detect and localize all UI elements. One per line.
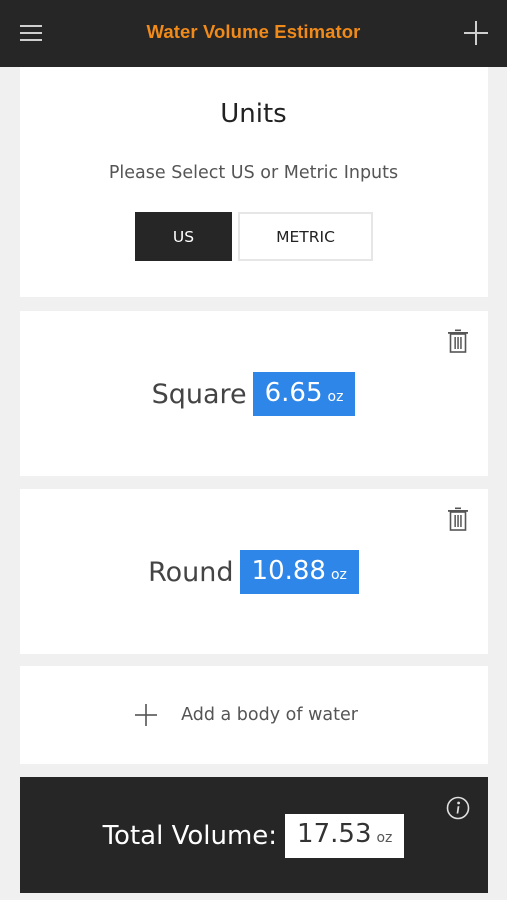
total-volume-row: Total Volume: 17.53 oz xyxy=(0,814,507,858)
units-title: Units xyxy=(220,99,287,129)
total-volume-unit: oz xyxy=(376,830,393,846)
volume-unit: oz xyxy=(327,389,344,405)
body-row-round[interactable]: Round 10.88 oz xyxy=(0,549,507,595)
metric-units-button[interactable]: METRIC xyxy=(238,212,373,261)
add-button[interactable] xyxy=(459,16,493,50)
volume-chip[interactable]: 6.65 oz xyxy=(252,372,356,416)
app-title: Water Volume Estimator xyxy=(146,21,361,42)
trash-icon xyxy=(448,507,468,531)
trash-icon xyxy=(448,329,468,353)
volume-value: 6.65 xyxy=(264,378,323,408)
app-header: Water Volume Estimator xyxy=(0,0,507,67)
volume-value: 10.88 xyxy=(251,556,326,586)
add-body-label: Add a body of water xyxy=(181,705,358,725)
body-row-square[interactable]: Square 6.65 oz xyxy=(0,371,507,417)
units-subtitle: Please Select US or Metric Inputs xyxy=(108,163,399,183)
add-body-button[interactable]: Add a body of water xyxy=(0,700,507,730)
plus-icon xyxy=(464,21,488,45)
plus-icon xyxy=(135,704,158,726)
volume-chip[interactable]: 10.88 oz xyxy=(239,550,359,594)
volume-unit: oz xyxy=(330,567,347,583)
delete-square-button[interactable] xyxy=(447,329,469,353)
total-volume-box: 17.53 oz xyxy=(285,814,405,858)
body-name: Square xyxy=(151,378,247,410)
total-volume-value: 17.53 xyxy=(297,819,372,849)
delete-round-button[interactable] xyxy=(447,507,469,531)
us-units-button[interactable]: US xyxy=(135,212,232,261)
total-volume-label: Total Volume: xyxy=(102,821,278,851)
body-name: Round xyxy=(148,556,234,588)
